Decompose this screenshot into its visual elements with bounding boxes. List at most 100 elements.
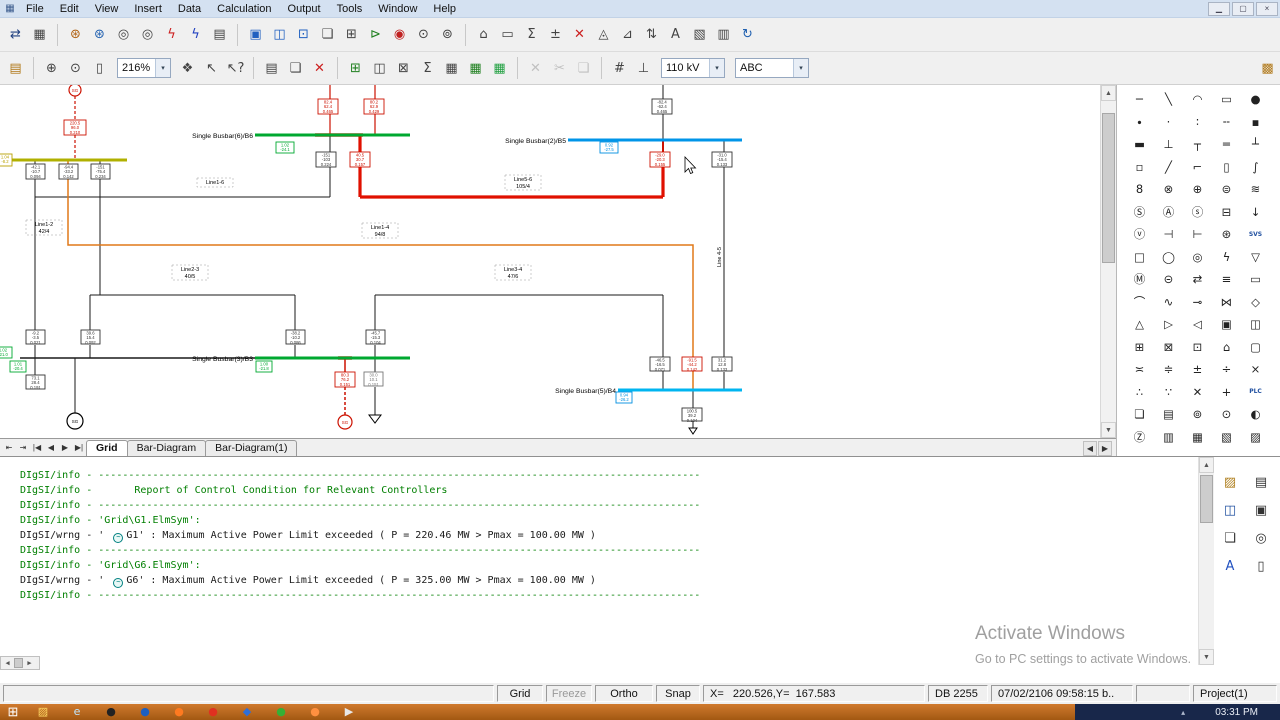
zoom-in-icon[interactable]: ⊕ bbox=[40, 57, 63, 80]
palette-tap-down-icon[interactable]: ┴ bbox=[1241, 133, 1270, 156]
palette-half-circle-icon[interactable]: ◐ bbox=[1241, 403, 1270, 426]
palette-fuse-curve-icon[interactable]: ∫ bbox=[1241, 156, 1270, 179]
load-flow-icon[interactable]: ϟ bbox=[160, 23, 183, 46]
minimize-button[interactable]: ▁ bbox=[1208, 2, 1230, 16]
diagram-scroll-button[interactable]: ▶ bbox=[1098, 441, 1112, 456]
copy-page-icon[interactable]: ◫ bbox=[368, 57, 391, 80]
scroll-down-button[interactable]: ▼ bbox=[1199, 649, 1214, 665]
file-explorer-icon[interactable]: ▨ bbox=[26, 704, 60, 720]
palette-grid-plus-icon[interactable]: ⊞ bbox=[1125, 336, 1154, 359]
palette-ground-icon[interactable]: ▽ bbox=[1241, 246, 1270, 269]
restore-button[interactable]: ▢ bbox=[1232, 2, 1254, 16]
palette-node-dot-icon[interactable]: ▪ bbox=[1241, 111, 1270, 134]
zoom-all-icon[interactable]: ⊙ bbox=[64, 57, 87, 80]
palette-table-c-icon[interactable]: ▧ bbox=[1212, 426, 1241, 449]
diagram-canvas[interactable]: Single Busbar(6)/B6Single Busbar(2)/B5Si… bbox=[0, 85, 1100, 438]
tab-nav-button[interactable]: ◀ bbox=[44, 440, 58, 455]
palette-point-terminal-icon[interactable]: · bbox=[1154, 111, 1183, 134]
result-table-2-icon[interactable]: ▦ bbox=[488, 57, 511, 80]
dropdown-arrow-icon[interactable]: ▾ bbox=[709, 59, 724, 77]
palette-grid-x-icon[interactable]: ⊠ bbox=[1154, 336, 1183, 359]
palette-shunt-right-icon[interactable]: ⊢ bbox=[1183, 223, 1212, 246]
tab-grid[interactable]: Grid bbox=[86, 440, 128, 456]
palette-synchronous-machine-icon[interactable]: Ⓢ bbox=[1125, 201, 1154, 224]
palette-polyline-icon[interactable]: ╲ bbox=[1154, 88, 1183, 111]
palette-divide-icon[interactable]: ÷ bbox=[1212, 358, 1241, 381]
zoom-data-icon[interactable]: ◎ bbox=[112, 23, 135, 46]
palette-grid-dot-icon[interactable]: ⊡ bbox=[1183, 336, 1212, 359]
palette-circle-dot-icon[interactable]: ⊙ bbox=[1212, 403, 1241, 426]
palette-busbar-block-icon[interactable]: ▬ bbox=[1125, 133, 1154, 156]
app-blue-icon[interactable]: ● bbox=[128, 704, 162, 720]
context-help-cursor-icon[interactable]: ↖? bbox=[224, 57, 247, 80]
sort-icon[interactable]: ⇅ bbox=[640, 23, 663, 46]
tab-bar-diagram[interactable]: Bar-Diagram bbox=[127, 440, 207, 456]
palette-table-d-icon[interactable]: ▨ bbox=[1241, 426, 1270, 449]
start-button[interactable]: ⊞ bbox=[0, 704, 26, 720]
diagram-scroll-button[interactable]: ◀ bbox=[1083, 441, 1097, 456]
palette-table-b-icon[interactable]: ▦ bbox=[1183, 426, 1212, 449]
menu-insert[interactable]: Insert bbox=[126, 2, 170, 16]
graphic-layers-icon[interactable]: ▩ bbox=[1256, 57, 1279, 80]
palette-autotransformer-icon[interactable]: ⊕ bbox=[1183, 178, 1212, 201]
open-data-manager-icon[interactable]: ⇄ bbox=[4, 23, 27, 46]
scroll-up-button[interactable]: ▲ bbox=[1101, 85, 1116, 101]
palette-multimeter-icon[interactable]: ⊸ bbox=[1183, 291, 1212, 314]
palette-plus-minus-icon[interactable]: ± bbox=[1183, 358, 1212, 381]
palette-filled-box-icon[interactable]: ▣ bbox=[1212, 313, 1241, 336]
select-cursor-icon[interactable]: ↖ bbox=[200, 57, 223, 80]
font-icon[interactable]: A bbox=[1218, 555, 1242, 577]
dropdown-arrow-icon[interactable]: ▾ bbox=[155, 59, 170, 77]
scroll-track[interactable] bbox=[1199, 473, 1214, 649]
palette-split-box-icon[interactable]: ◫ bbox=[1241, 313, 1270, 336]
sum-results-icon[interactable]: Σ bbox=[416, 57, 439, 80]
menu-file[interactable]: File bbox=[18, 2, 52, 16]
palette-arc-icon[interactable]: ◠ bbox=[1183, 88, 1212, 111]
scroll-up-button[interactable]: ▲ bbox=[1199, 457, 1214, 473]
scroll-track[interactable] bbox=[1101, 101, 1116, 422]
export-icon[interactable]: ▯ bbox=[1249, 555, 1273, 577]
close-graphic-icon[interactable]: ✕ bbox=[524, 57, 547, 80]
snap-grid-icon[interactable]: # bbox=[608, 57, 631, 80]
delete-page-icon[interactable]: ⊠ bbox=[392, 57, 415, 80]
tab-nav-button[interactable]: ⇥ bbox=[16, 440, 30, 455]
palette-vt-circle-icon[interactable]: ◎ bbox=[1183, 246, 1212, 269]
palette-copy-frame-icon[interactable]: ▤ bbox=[1154, 403, 1183, 426]
refresh-icon[interactable]: ↻ bbox=[736, 23, 759, 46]
calculation-options-icon[interactable]: ⊛ bbox=[64, 23, 87, 46]
palette-dc-source-icon[interactable]: ⊝ bbox=[1154, 268, 1183, 291]
frame-icon[interactable]: ▭ bbox=[496, 23, 519, 46]
study-case-icon[interactable]: ⊛ bbox=[88, 23, 111, 46]
palette-booster-icon[interactable]: ⊜ bbox=[1212, 178, 1241, 201]
palette-triangle-right-icon[interactable]: ▷ bbox=[1154, 313, 1183, 336]
palette-voltage-source-icon[interactable]: ⓥ bbox=[1125, 223, 1154, 246]
pan-icon[interactable]: ❖ bbox=[176, 57, 199, 80]
dropdown-arrow-icon[interactable]: ▾ bbox=[793, 59, 808, 77]
edit-relevant-objects-icon[interactable]: ▦ bbox=[28, 23, 51, 46]
menu-edit[interactable]: Edit bbox=[52, 2, 87, 16]
palette-multiply-icon[interactable]: × bbox=[1241, 358, 1270, 381]
app-green-icon[interactable]: ● bbox=[264, 704, 298, 720]
palette-page-frame-icon[interactable]: ❏ bbox=[1125, 403, 1154, 426]
menu-help[interactable]: Help bbox=[425, 2, 464, 16]
maximize-graphic-icon[interactable]: ⌂ bbox=[472, 23, 495, 46]
palette-coupling-icon[interactable]: ⋈ bbox=[1212, 291, 1241, 314]
virtual-instrument-icon[interactable]: ▣ bbox=[244, 23, 267, 46]
tab-nav-button[interactable]: ▶| bbox=[72, 440, 86, 455]
insert-page-icon[interactable]: ⊞ bbox=[344, 57, 367, 80]
calculator-icon[interactable]: ▦ bbox=[440, 57, 463, 80]
update-database-icon[interactable]: ⊚ bbox=[436, 23, 459, 46]
single-line-diagram[interactable]: Single Busbar(6)/B6Single Busbar(2)/B5Si… bbox=[0, 85, 1100, 438]
output-report-icon[interactable]: ▤ bbox=[208, 23, 231, 46]
palette-filled-circle-icon[interactable]: ● bbox=[1241, 88, 1270, 111]
palette-circle-ring-icon[interactable]: ⊚ bbox=[1183, 403, 1212, 426]
palette-short-line-icon[interactable]: ╌ bbox=[1212, 111, 1241, 134]
palette-rectangle-icon[interactable]: ▭ bbox=[1212, 88, 1241, 111]
mdi-child-icon[interactable]: ▦ bbox=[2, 3, 18, 14]
palette-transformer-3w-icon[interactable]: ⊗ bbox=[1154, 178, 1183, 201]
connection-line[interactable] bbox=[68, 160, 693, 357]
output-text-area[interactable]: DIgSI/info - ---------------------------… bbox=[0, 457, 1198, 682]
palette-zone-z-icon[interactable]: Ⓩ bbox=[1125, 426, 1154, 449]
scroll-thumb[interactable] bbox=[1102, 113, 1115, 263]
palette-house-icon[interactable]: ⌂ bbox=[1212, 336, 1241, 359]
